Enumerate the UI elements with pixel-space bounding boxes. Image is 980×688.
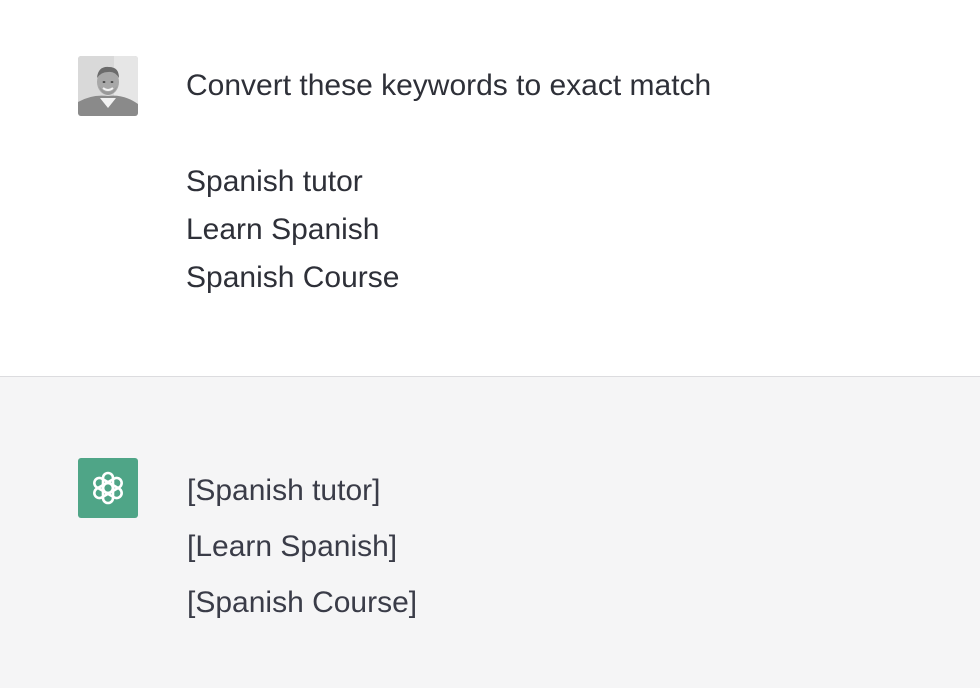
user-message: Convert these keywords to exact match Sp… bbox=[0, 0, 980, 376]
user-prompt: Convert these keywords to exact match bbox=[186, 69, 712, 102]
openai-logo-icon bbox=[93, 471, 123, 505]
user-photo-icon bbox=[78, 56, 138, 116]
exact-match-keyword: [Spanish tutor] bbox=[187, 474, 381, 507]
user-message-text: Convert these keywords to exact match Sp… bbox=[186, 62, 711, 302]
assistant-avatar bbox=[78, 458, 138, 518]
keyword-item: Spanish tutor bbox=[186, 165, 363, 198]
keyword-item: Spanish Course bbox=[186, 261, 400, 294]
exact-match-keyword: [Spanish Course] bbox=[187, 586, 418, 619]
assistant-message-text: [Spanish tutor] [Learn Spanish] [Spanish… bbox=[187, 463, 417, 631]
exact-match-keyword: [Learn Spanish] bbox=[187, 530, 398, 563]
assistant-message: [Spanish tutor] [Learn Spanish] [Spanish… bbox=[0, 377, 980, 688]
chat-thread: Convert these keywords to exact match Sp… bbox=[0, 0, 980, 688]
user-avatar bbox=[78, 56, 138, 116]
keyword-item: Learn Spanish bbox=[186, 213, 380, 246]
